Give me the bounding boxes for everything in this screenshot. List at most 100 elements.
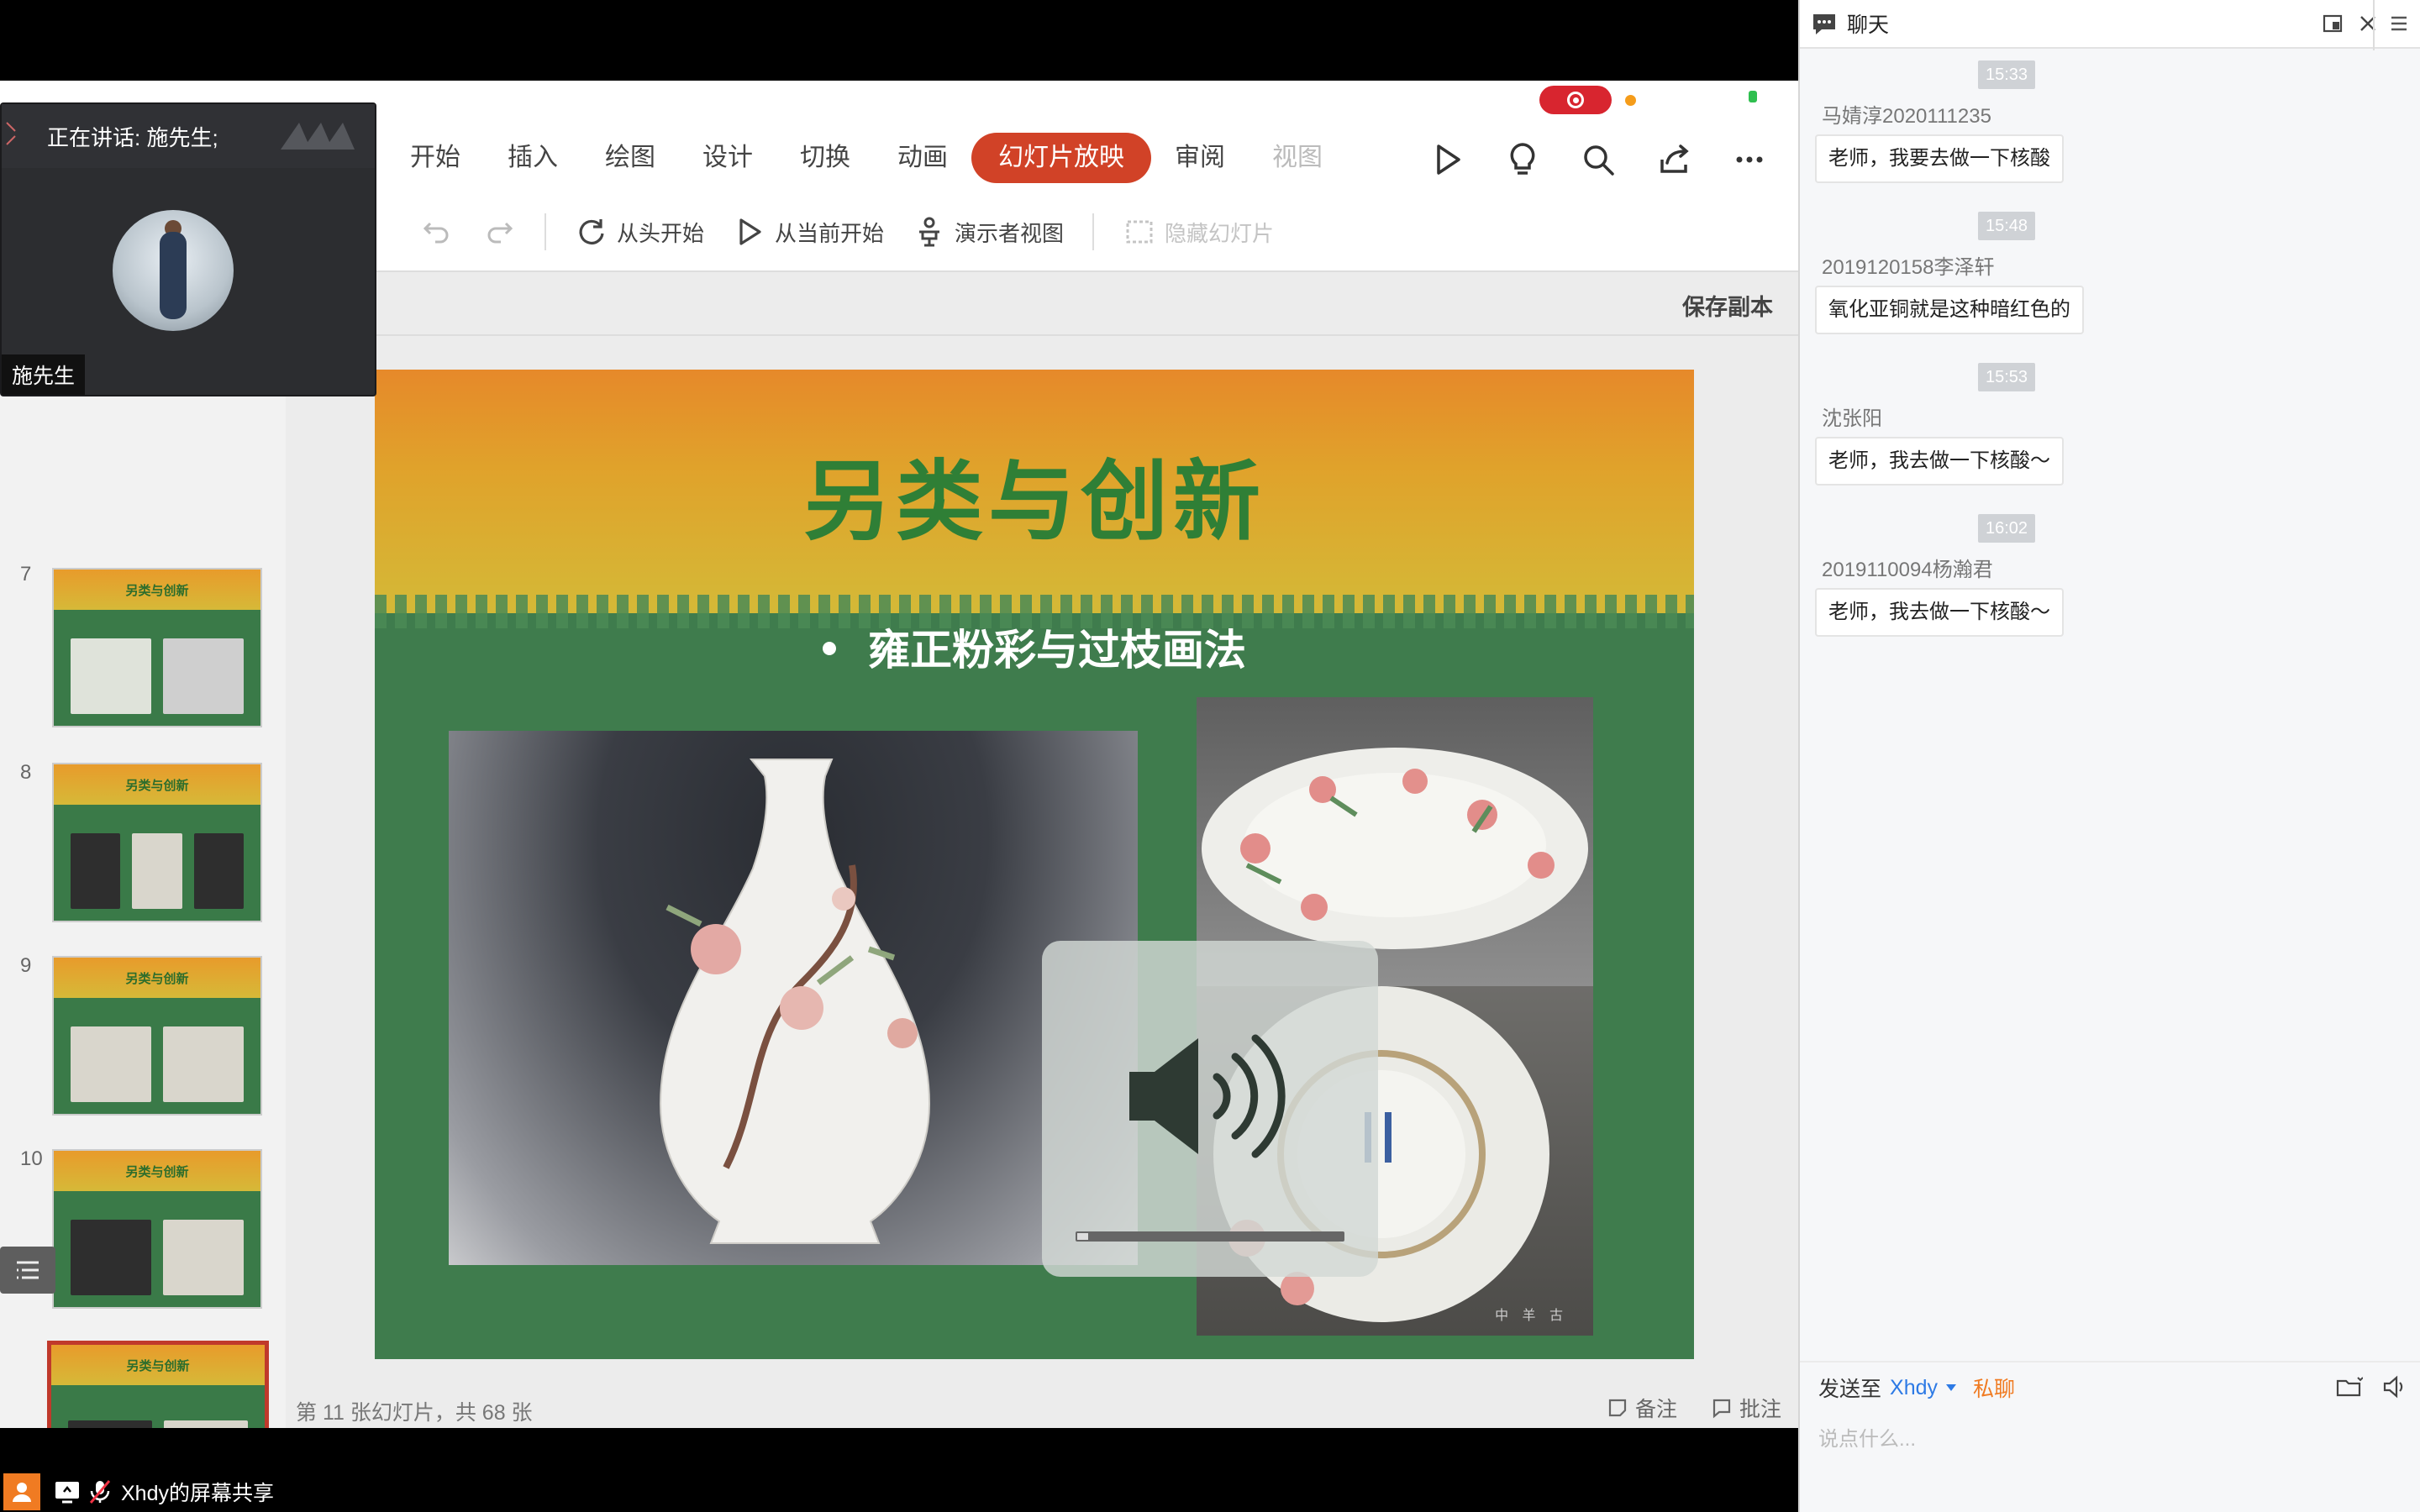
from-start-label: 从头开始	[617, 220, 705, 246]
chat-input-actions	[2336, 1374, 2408, 1399]
user-icon-button[interactable]	[3, 1473, 40, 1510]
slide-title: 另类与创新	[802, 450, 1265, 553]
hide-slide-button[interactable]: 隐藏幻灯片	[1123, 215, 1274, 249]
screen-share-status-bar: Xhdy的屏幕共享	[0, 1472, 1798, 1512]
thumbnail-title: 另类与创新	[54, 958, 260, 998]
tab-review[interactable]: 审阅	[1151, 133, 1249, 183]
chat-message-input[interactable]	[1818, 1421, 2398, 1458]
tab-slideshow[interactable]: 幻灯片放映	[971, 133, 1151, 183]
slide-thumbnail[interactable]: 另类与创新	[52, 956, 262, 1116]
tab-transitions[interactable]: 切换	[776, 133, 874, 183]
message-timestamp: 15:48	[1978, 212, 2035, 240]
thumb-image	[68, 1420, 152, 1428]
notes-button[interactable]: 备注	[1607, 1393, 1677, 1423]
input-divider	[1800, 1361, 2420, 1362]
tab-insert[interactable]: 插入	[484, 133, 581, 183]
redo-icon[interactable]	[482, 215, 516, 249]
lightbulb-icon[interactable]	[1504, 141, 1541, 178]
thumbnail-number: 10	[20, 1147, 43, 1170]
tab-draw[interactable]: 绘图	[581, 133, 679, 183]
chat-header-actions	[2321, 12, 2380, 35]
speaker-volume-icon	[1129, 1034, 1286, 1158]
comments-button[interactable]: 批注	[1711, 1393, 1781, 1423]
thumbnail-title: 另类与创新	[54, 570, 260, 610]
chat-icon	[1813, 14, 1835, 34]
message-bubble: 氧化亚铜就是这种暗红色的	[1815, 286, 2084, 334]
slide-thumbnail[interactable]: 另类与创新	[52, 763, 262, 922]
vase-image	[449, 731, 1138, 1265]
tab-home[interactable]: 开始	[387, 133, 484, 183]
ribbon-actions	[1428, 136, 1768, 183]
message-sender: 马婧淳2020111235	[1822, 105, 1991, 128]
from-start-button[interactable]: 从头开始	[575, 215, 704, 249]
save-copy-button[interactable]: 保存副本	[1682, 289, 1773, 322]
search-icon[interactable]	[1580, 141, 1617, 178]
tab-animations[interactable]: 动画	[874, 133, 971, 183]
mic-muted-icon[interactable]	[89, 1479, 111, 1504]
status-dot	[1625, 94, 1636, 106]
message-timestamp: 16:02	[1978, 514, 2035, 543]
toolbar-divider	[1092, 213, 1095, 250]
thumb-image	[164, 1420, 248, 1428]
speaker-icon[interactable]	[2381, 1374, 2408, 1399]
slide-thumbnail[interactable]: 另类与创新	[52, 568, 262, 727]
play-icon[interactable]	[1428, 141, 1465, 178]
from-current-label: 从当前开始	[775, 220, 885, 246]
tab-view[interactable]: 视图	[1249, 133, 1346, 183]
battery-indicator	[1749, 91, 1757, 102]
folder-icon[interactable]	[2336, 1374, 2363, 1399]
message-bubble: 老师，我要去做一下核酸	[1815, 134, 2064, 183]
from-current-button[interactable]: 从当前开始	[733, 215, 884, 249]
save-copy-bar: 保存副本	[370, 270, 1798, 336]
restart-icon	[579, 219, 604, 244]
undo-icon[interactable]	[420, 215, 454, 249]
hide-slide-label: 隐藏幻灯片	[1165, 220, 1275, 246]
more-icon[interactable]	[1731, 141, 1768, 178]
chat-header: 聊天	[1800, 0, 2420, 49]
chevron-down-icon[interactable]	[1946, 1384, 1956, 1391]
toolbar-divider	[544, 213, 546, 250]
menu-icon[interactable]	[2388, 13, 2410, 34]
slide-thumbnail[interactable]: 另类与创新	[52, 1149, 262, 1309]
speaker-avatar	[113, 210, 234, 331]
notes-icon	[1608, 1399, 1627, 1417]
record-indicator[interactable]	[1539, 86, 1612, 114]
message-bubble: 老师，我去做一下核酸～	[1815, 588, 2064, 637]
chat-panel: 聊天 15:33 马婧淳2020111235 老师，我要去做一下核酸 15:48…	[1798, 0, 2420, 1512]
thumb-image	[71, 833, 121, 909]
message-sender: 2019120158李泽轩	[1822, 256, 1995, 279]
thumbnail-title: 另类与创新	[54, 1151, 260, 1191]
hide-slide-icon	[1126, 220, 1153, 244]
thumbnail-title: 另类与创新	[54, 764, 260, 805]
slideshow-toolbar: 从头开始 从当前开始 演示者视图 隐藏幻灯片	[420, 207, 1274, 257]
private-chat-link[interactable]: 私聊	[1973, 1373, 2015, 1403]
slide-thumbnail-selected[interactable]: 另类与创新	[47, 1341, 269, 1428]
screen-share-icon[interactable]	[54, 1480, 81, 1504]
notes-controls: 备注 批注	[1607, 1393, 1781, 1423]
app-root: 开始 插入 绘图 设计 切换 动画 幻灯片放映 审阅 视图 从头开始 从当前开始…	[0, 0, 2420, 1512]
close-icon[interactable]	[2356, 12, 2380, 35]
presenter-view-label: 演示者视图	[955, 220, 1065, 246]
slide-bullet: 雍正粉彩与过枝画法	[375, 617, 1694, 677]
tab-design[interactable]: 设计	[679, 133, 776, 183]
comments-label: 批注	[1739, 1398, 1782, 1421]
thumbnail-number: 8	[20, 761, 32, 784]
list-icon	[17, 1261, 39, 1279]
share-icon[interactable]	[1655, 141, 1692, 178]
speaker-name-tag: 施先生	[2, 354, 86, 395]
thumbnail-number: 9	[20, 954, 32, 977]
active-speaker-panel[interactable]: 正在讲话: 施先生; 施先生	[0, 102, 376, 396]
message-bubble: 老师，我去做一下核酸～	[1815, 437, 2064, 486]
send-target-dropdown[interactable]: Xhdy	[1890, 1376, 1938, 1400]
avatar-body	[160, 232, 187, 319]
current-slide[interactable]: 另类与创新 雍正粉彩与过枝画法 中 羊 古	[375, 370, 1694, 1359]
message-sender: 沈张阳	[1822, 407, 1882, 430]
popout-icon[interactable]	[2321, 12, 2344, 35]
thumb-image	[71, 1026, 151, 1102]
thumbnail-toggle-button[interactable]	[0, 1247, 55, 1294]
presenter-icon	[919, 217, 940, 247]
presenter-view-button[interactable]: 演示者视图	[913, 215, 1064, 249]
message-sender: 2019110094杨瀚君	[1822, 559, 1993, 581]
thumbnail-number: 7	[20, 563, 32, 585]
thumb-image	[163, 1220, 244, 1295]
